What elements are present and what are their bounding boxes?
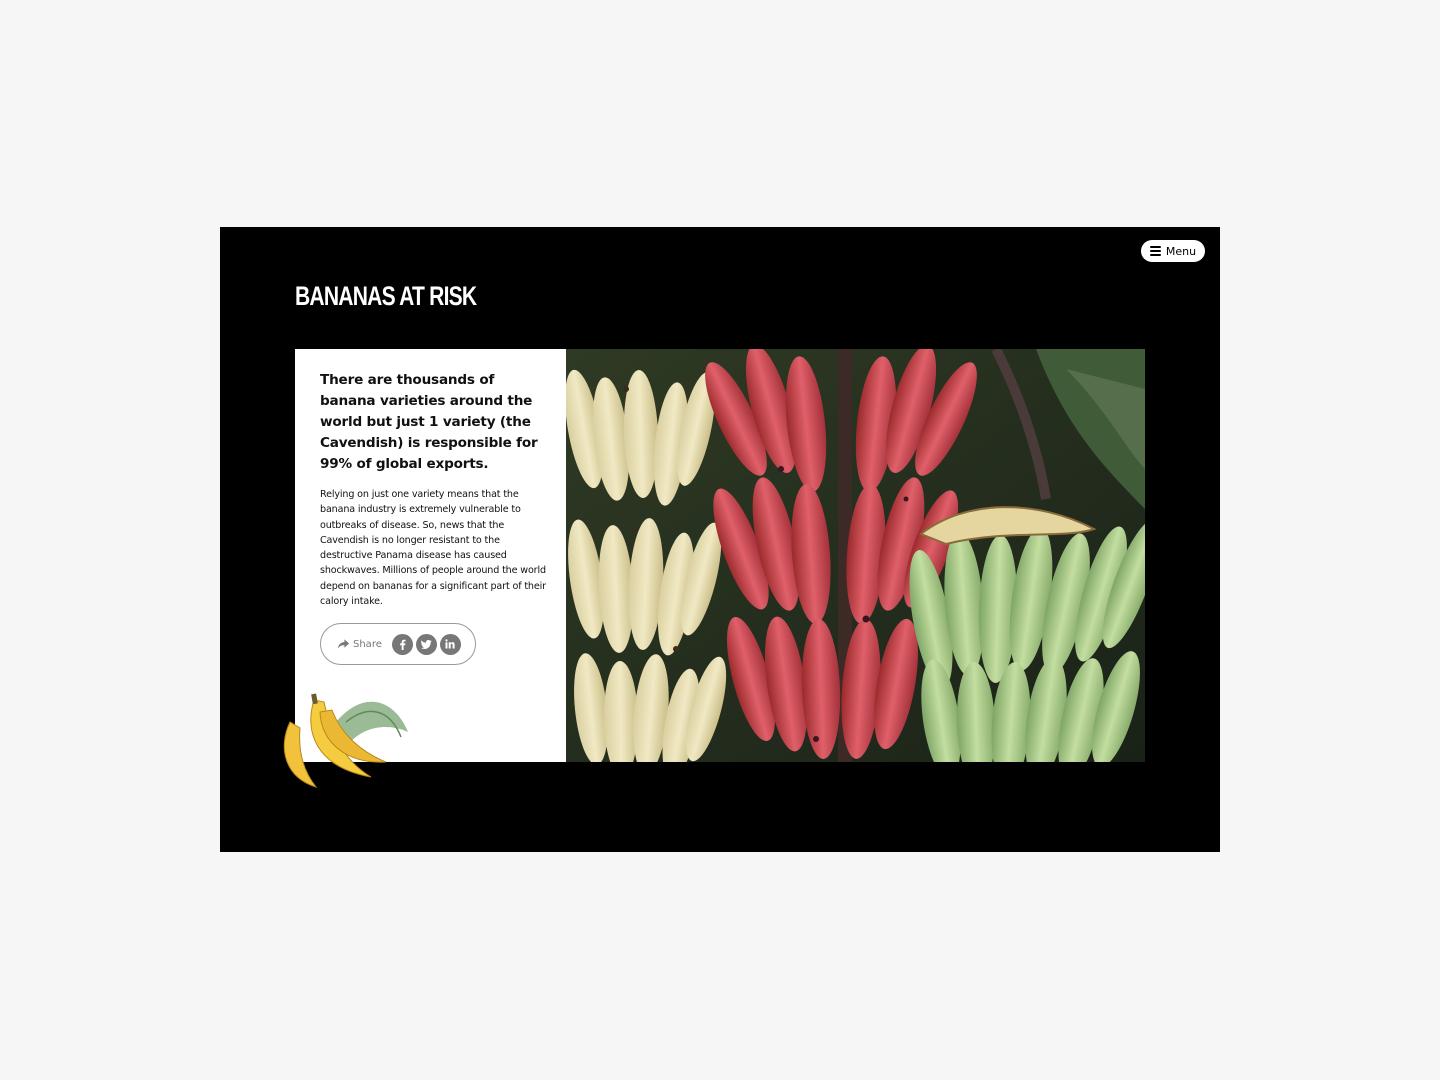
share-arrow-icon [337, 639, 350, 649]
story-frame: Menu BANANAS AT RISK There are thousands… [220, 227, 1220, 852]
menu-label: Menu [1165, 244, 1197, 258]
content-card: There are thousands of banana varieties … [295, 349, 1145, 762]
banana-illustration [283, 693, 408, 788]
twitter-icon [420, 639, 432, 649]
facebook-icon [399, 639, 406, 650]
share-bar: Share [320, 623, 476, 665]
page-title: BANANAS AT RISK [295, 281, 477, 311]
hamburger-icon [1149, 246, 1161, 256]
facebook-share-button[interactable] [391, 633, 413, 655]
body-text: Relying on just one variety means that t… [320, 489, 546, 608]
banana-bunches-image [566, 349, 1145, 762]
twitter-share-button[interactable] [415, 633, 437, 655]
headline: There are thousands of banana varieties … [320, 372, 538, 472]
share-label: Share [353, 638, 382, 650]
linkedin-share-button[interactable] [439, 633, 461, 655]
menu-button[interactable]: Menu [1141, 240, 1205, 262]
linkedin-icon [445, 639, 455, 649]
banana-photo [566, 349, 1145, 762]
